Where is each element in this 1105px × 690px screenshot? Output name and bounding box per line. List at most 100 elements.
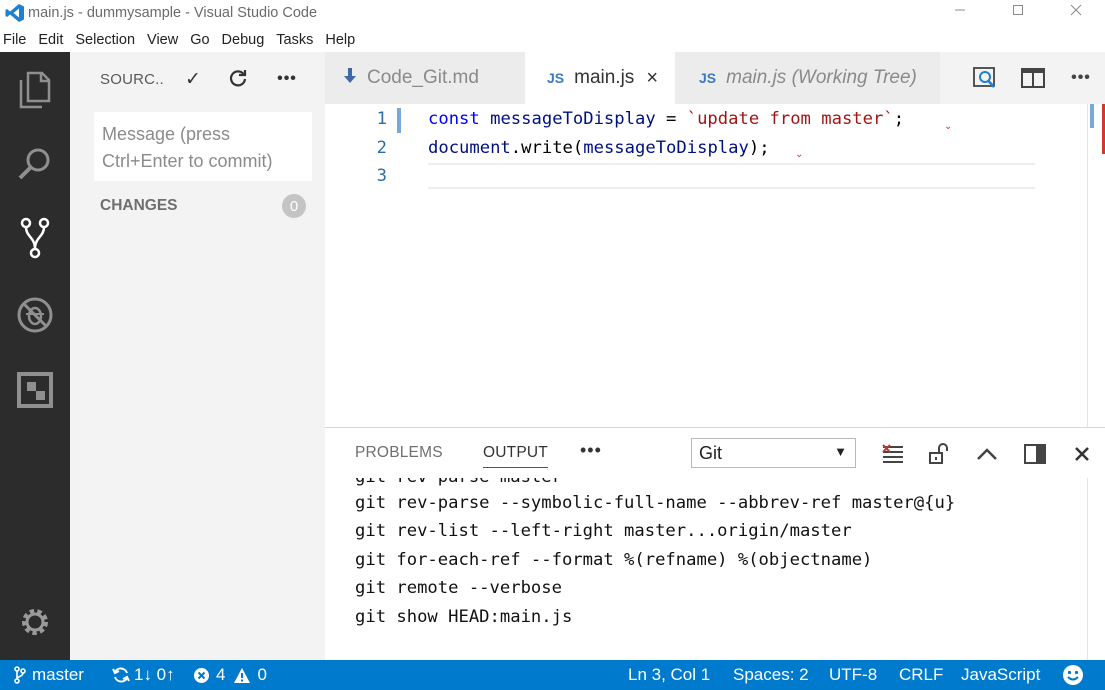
maximize-panel-icon	[977, 448, 997, 460]
menu-file[interactable]: File	[0, 32, 34, 48]
commit-check-button[interactable]: ✓	[180, 66, 206, 92]
sidebar-more-button[interactable]: •••	[274, 66, 300, 92]
branch-indicator[interactable]: master	[14, 660, 84, 690]
indentation-setting[interactable]: Spaces: 2	[733, 660, 809, 690]
refresh-button[interactable]	[225, 66, 251, 92]
code-text: document.write(messageToDisplay);	[428, 134, 770, 162]
sync-indicator[interactable]: 1↓ 0↑	[112, 660, 175, 690]
code-line[interactable]: 1 const messageToDisplay = `update from m…	[325, 105, 1025, 133]
tab-close-button[interactable]: ×	[646, 67, 658, 90]
output-scrollbar[interactable]	[1087, 478, 1105, 660]
split-editor-button[interactable]	[1009, 52, 1057, 104]
editor-scrollbar[interactable]	[1087, 104, 1105, 427]
selected-channel: Git	[699, 443, 723, 463]
window-title: main.js - dummysample - Visual Studio Co…	[28, 5, 318, 21]
output-line: git remote --verbose	[355, 578, 562, 598]
lock-icon	[929, 443, 948, 464]
clear-output-icon	[882, 444, 903, 463]
title-bar: main.js - dummysample - Visual Studio Co…	[0, 0, 1105, 26]
branch-icon	[14, 666, 26, 684]
close-icon	[1075, 447, 1089, 461]
menu-view[interactable]: View	[143, 32, 186, 48]
gear-icon[interactable]	[0, 592, 70, 652]
tab-output[interactable]: OUTPUT	[483, 444, 548, 468]
extensions-icon[interactable]	[0, 360, 70, 420]
menu-bar: File Edit Selection View Go Debug Tasks …	[0, 28, 363, 52]
lock-scroll-button[interactable]	[925, 440, 953, 468]
close-window-button[interactable]	[1047, 0, 1105, 20]
line-ending-setting[interactable]: CRLF	[899, 660, 943, 690]
tab-label: Code_Git.md	[367, 67, 479, 88]
menu-selection[interactable]: Selection	[71, 32, 143, 48]
minimize-button[interactable]	[931, 0, 989, 20]
code-token: const	[428, 109, 480, 129]
sync-icon	[112, 667, 130, 683]
output-channel-select[interactable]: Git ▼	[691, 438, 856, 468]
explorer-icon[interactable]	[0, 60, 70, 120]
vscode-logo-icon	[4, 3, 26, 23]
output-line: git show HEAD:main.js	[355, 607, 573, 627]
menu-go[interactable]: Go	[186, 32, 217, 48]
source-control-icon[interactable]	[0, 208, 70, 268]
panel-more-button[interactable]: •••	[580, 440, 602, 461]
output-console[interactable]: git rev-parse master git rev-parse --sym…	[325, 478, 1087, 660]
debug-icon[interactable]	[0, 285, 70, 345]
source-control-sidebar: SOURC.. ✓ ••• Message (press Ctrl+Enter …	[70, 52, 325, 660]
code-line[interactable]: 2 document.write(messageToDisplay);	[325, 134, 1025, 162]
tab-problems[interactable]: PROBLEMS	[355, 444, 443, 462]
encoding-setting[interactable]: UTF-8	[829, 660, 877, 690]
tab-main-js[interactable]: JS main.js ×	[525, 52, 675, 104]
feedback-button[interactable]	[1062, 660, 1084, 690]
toggle-panel-icon	[1024, 444, 1046, 464]
js-file-icon: JS	[699, 70, 717, 86]
search-icon[interactable]	[0, 134, 70, 194]
js-file-icon: JS	[547, 70, 565, 86]
problems-indicator[interactable]: 4 0	[193, 660, 267, 690]
menu-edit[interactable]: Edit	[34, 32, 71, 48]
open-changes-button[interactable]	[961, 52, 1009, 104]
branch-name: master	[32, 665, 84, 684]
close-panel-button[interactable]	[1068, 440, 1096, 468]
warning-icon	[234, 667, 251, 683]
activity-bar	[0, 52, 70, 660]
output-line: git rev-list --left-right master...origi…	[355, 521, 852, 541]
error-squiggle: ⌄	[795, 149, 804, 160]
menu-tasks[interactable]: Tasks	[272, 32, 321, 48]
split-editor-icon	[1021, 68, 1045, 88]
changes-section-header[interactable]: CHANGES	[100, 197, 178, 215]
code-token: );	[748, 137, 770, 158]
error-squiggle: ⌄	[944, 121, 953, 132]
code-token: (	[572, 137, 584, 158]
check-icon: ✓	[185, 68, 201, 90]
editor-more-button[interactable]: •••	[1057, 52, 1105, 104]
changes-count-badge: 0	[282, 194, 306, 218]
tab-main-js-working-tree[interactable]: JS main.js (Working Tree)	[675, 52, 940, 104]
warning-count: 0	[257, 665, 267, 684]
scrollbar-change-marker	[1090, 104, 1094, 128]
code-editor[interactable]: 1 const messageToDisplay = `update from m…	[325, 104, 1105, 427]
menu-help[interactable]: Help	[321, 32, 363, 48]
refresh-icon	[229, 70, 247, 87]
panel-header: PROBLEMS OUTPUT ••• Git ▼	[325, 428, 1105, 478]
maximize-panel-button[interactable]	[973, 440, 1001, 468]
tab-label: main.js (Working Tree)	[726, 67, 917, 88]
code-token: messageToDisplay	[583, 137, 749, 158]
code-token: document	[428, 137, 511, 158]
language-mode[interactable]: JavaScript	[961, 660, 1040, 690]
tab-label: main.js	[574, 67, 635, 88]
code-line[interactable]: 3	[325, 162, 1025, 190]
cursor-position[interactable]: Ln 3, Col 1	[628, 660, 710, 690]
clear-output-button[interactable]	[879, 440, 907, 468]
commit-message-input[interactable]: Message (press Ctrl+Enter to commit)	[94, 112, 312, 181]
more-icon: •••	[277, 70, 297, 87]
code-token: `update from master`	[686, 109, 894, 129]
output-line: git rev-parse --symbolic-full-name --abb…	[355, 493, 956, 513]
code-text: const messageToDisplay = `update from ma…	[428, 105, 904, 133]
tab-code-git-md[interactable]: Code_Git.md	[325, 52, 525, 104]
code-token: ;	[893, 109, 905, 129]
toggle-panel-position-button[interactable]	[1021, 440, 1049, 468]
output-line: git for-each-ref --format %(refname) %(o…	[355, 550, 873, 570]
menu-debug[interactable]: Debug	[218, 32, 273, 48]
maximize-button[interactable]	[989, 0, 1047, 20]
